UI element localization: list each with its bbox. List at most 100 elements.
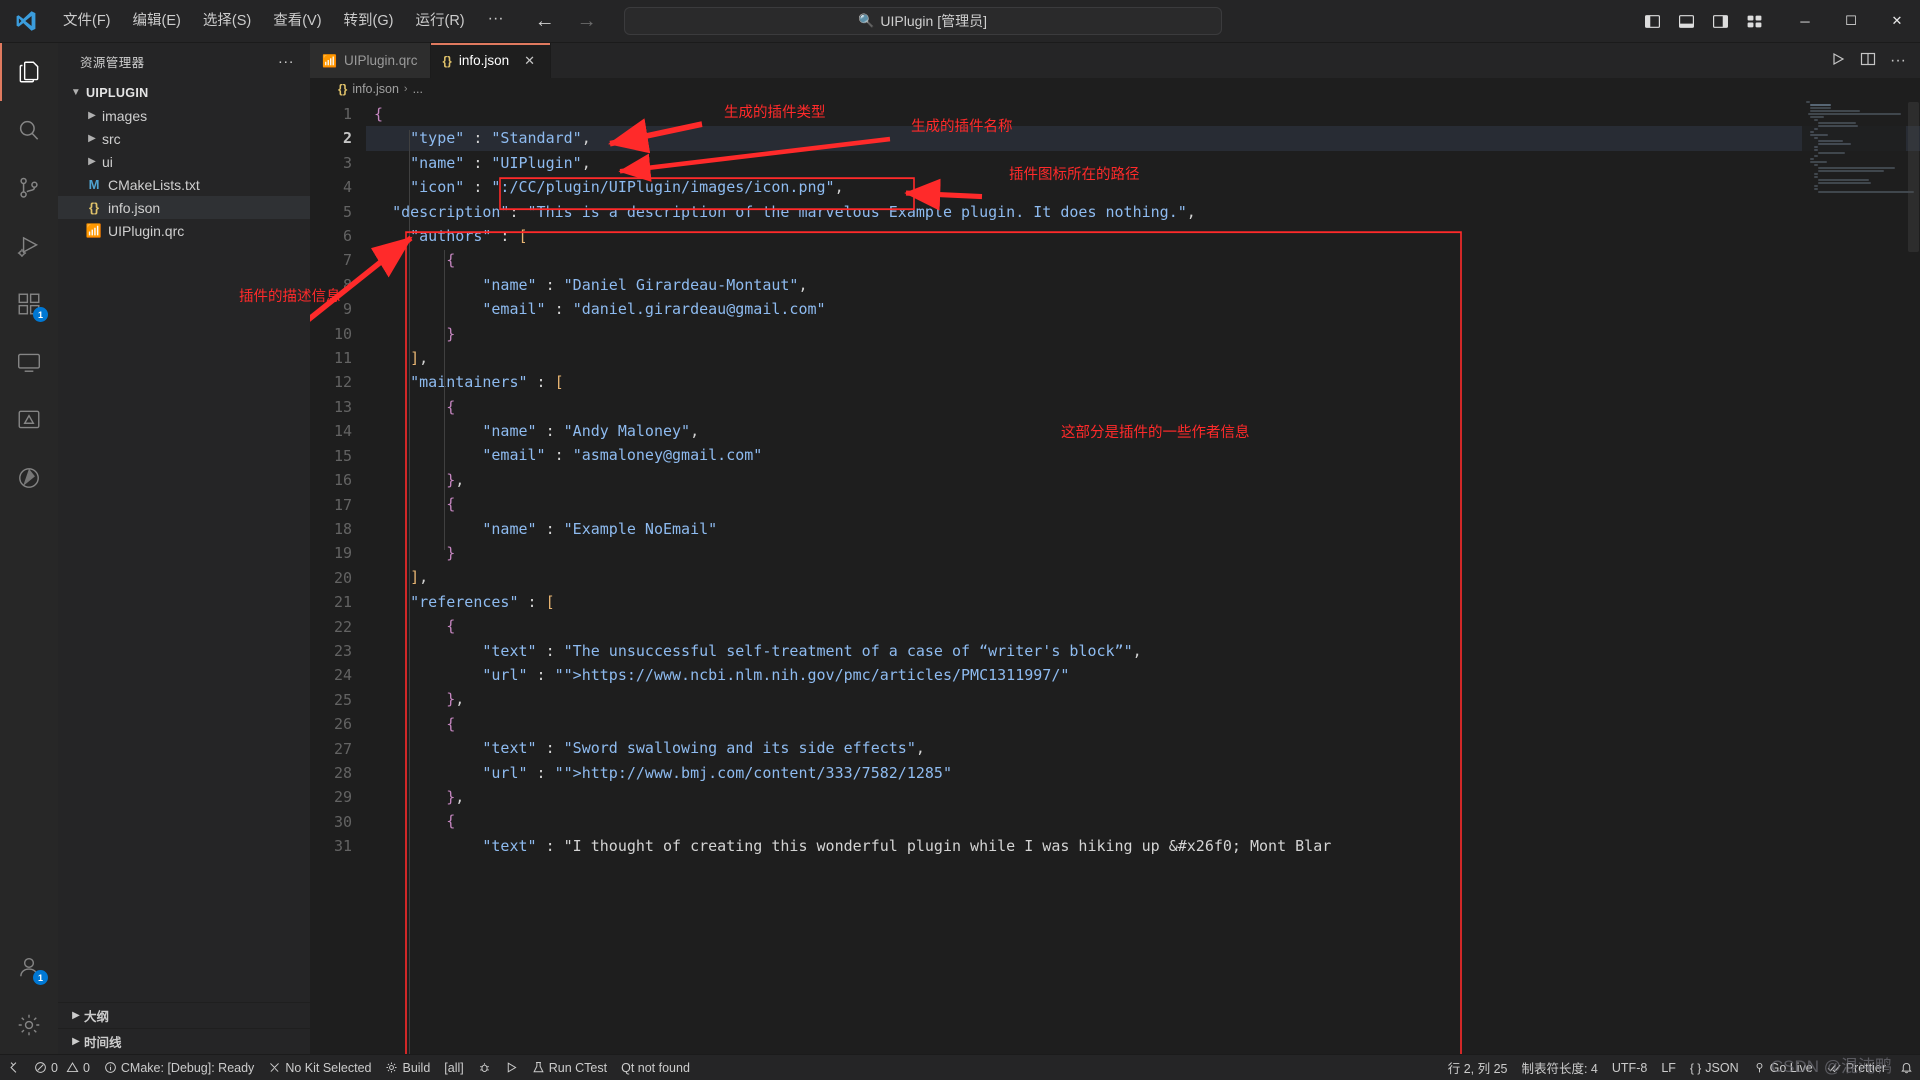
toggle-secondary-sidebar-icon[interactable] (1706, 7, 1734, 35)
menu-goto[interactable]: 转到(G) (333, 0, 405, 43)
code-line[interactable]: "url" : "">http://www.bmj.com/content/33… (366, 761, 1920, 785)
code-line[interactable]: }, (366, 468, 1920, 492)
code-line[interactable]: { (366, 395, 1920, 419)
toggle-panel-icon[interactable] (1672, 7, 1700, 35)
sidebar-more-actions-button[interactable]: ··· (278, 53, 304, 70)
menu-edit[interactable]: 编辑(E) (122, 0, 192, 43)
status-cmake-build[interactable]: Build (378, 1055, 437, 1080)
menu-run[interactable]: 运行(R) (404, 0, 475, 43)
code-line[interactable]: "references" : [ (366, 590, 1920, 614)
code-line[interactable]: "authors" : [ (366, 224, 1920, 248)
tree-item-images[interactable]: ▶ images (58, 104, 310, 127)
title-bar: 文件(F) 编辑(E) 选择(S) 查看(V) 转到(G) 运行(R) ··· … (0, 0, 1920, 43)
code-line[interactable]: "name" : "UIPlugin", (366, 151, 1920, 175)
status-cmake-kit[interactable]: No Kit Selected (261, 1055, 378, 1080)
tree-item-src[interactable]: ▶ src (58, 127, 310, 150)
code-line[interactable]: "type" : "Standard", (366, 126, 1920, 151)
status-problems[interactable]: 0 0 (27, 1055, 97, 1080)
more-actions-icon[interactable]: ··· (1890, 52, 1906, 68)
code-line[interactable]: }, (366, 785, 1920, 809)
activity-accounts[interactable]: 1 (0, 938, 58, 996)
activity-explorer[interactable] (0, 43, 58, 101)
status-notifications[interactable] (1893, 1055, 1920, 1080)
status-remote-indicator[interactable] (0, 1055, 27, 1080)
code-line[interactable]: "text" : "Sword swallowing and its side … (366, 736, 1920, 760)
tree-item-cmakelists[interactable]: M CMakeLists.txt (58, 173, 310, 196)
status-cmake-state[interactable]: CMake: [Debug]: Ready (97, 1055, 261, 1080)
code-line[interactable]: "email" : "asmaloney@gmail.com" (366, 443, 1920, 467)
menu-view[interactable]: 查看(V) (262, 0, 332, 43)
code-line[interactable]: "text" : "I thought of creating this won… (366, 834, 1920, 858)
code-line[interactable]: } (366, 541, 1920, 565)
status-qt[interactable]: Qt not found (614, 1055, 697, 1080)
scrollbar-thumb[interactable] (1908, 102, 1919, 252)
activity-run-debug[interactable] (0, 217, 58, 275)
go-back-icon[interactable]: ← (534, 10, 556, 33)
command-center[interactable]: 🔍 UIPlugin [管理员] (623, 7, 1222, 35)
sidebar-section-timeline[interactable]: ▶ 时间线 (58, 1028, 310, 1054)
code-line[interactable]: "description": "This is a description of… (366, 200, 1920, 224)
code-editor[interactable]: 1 2 3 4 5 6 7 8 9 10 11 12 13 14 15 16 17 18 19 20 21 22 23 24 2… (310, 100, 1920, 1054)
status-cmake-launch[interactable] (498, 1055, 525, 1080)
activity-source-control[interactable] (0, 159, 58, 217)
code-line[interactable]: "email" : "daniel.girardeau@gmail.com" (366, 297, 1920, 321)
tree-item-ui[interactable]: ▶ ui (58, 150, 310, 173)
tree-item-infojson[interactable]: {} info.json (58, 196, 310, 219)
status-encoding[interactable]: UTF-8 (1605, 1055, 1654, 1080)
code-line[interactable]: { (366, 102, 1920, 126)
code-line[interactable]: ], (366, 346, 1920, 370)
breadcrumb-rest[interactable]: ... (413, 82, 423, 96)
activity-settings[interactable] (0, 996, 58, 1054)
tab-uiplugin-qrc[interactable]: 📶 UIPlugin.qrc (310, 43, 431, 78)
activity-cmake[interactable] (0, 449, 58, 507)
code-line[interactable]: { (366, 492, 1920, 516)
menu-file[interactable]: 文件(F) (52, 0, 122, 43)
status-go-live[interactable]: Go Live (1746, 1055, 1820, 1080)
status-run-ctest[interactable]: Run CTest (525, 1055, 614, 1080)
run-icon[interactable] (1830, 51, 1846, 70)
tree-item-uipluginqrc[interactable]: 📶 UIPlugin.qrc (58, 219, 310, 242)
close-icon[interactable]: ✕ (524, 53, 535, 69)
code-line[interactable]: "name" : "Daniel Girardeau-Montaut", (366, 273, 1920, 297)
sidebar-section-outline[interactable]: ▶ 大纲 (58, 1002, 310, 1028)
customize-layout-icon[interactable] (1740, 7, 1768, 35)
code-line[interactable]: { (366, 809, 1920, 833)
status-cmake-target[interactable]: [all] (437, 1055, 470, 1080)
status-language-mode[interactable]: { } JSON (1683, 1055, 1746, 1080)
code-content[interactable]: { "type" : "Standard", "name" : "UIPlugi… (366, 100, 1920, 1054)
close-button[interactable]: ✕ (1874, 0, 1920, 43)
breadcrumb-file[interactable]: info.json (352, 82, 399, 96)
code-line[interactable]: "url" : "">https://www.ncbi.nlm.nih.gov/… (366, 663, 1920, 687)
status-cmake-debug[interactable] (471, 1055, 498, 1080)
code-line[interactable]: "name" : "Example NoEmail" (366, 517, 1920, 541)
status-prettier[interactable]: Prettier (1820, 1055, 1893, 1080)
editor-vertical-scrollbar[interactable] (1906, 100, 1920, 1054)
activity-search[interactable] (0, 101, 58, 159)
code-line[interactable]: { (366, 712, 1920, 736)
split-editor-icon[interactable] (1860, 51, 1876, 70)
status-eol[interactable]: LF (1654, 1055, 1683, 1080)
status-indentation[interactable]: 制表符长度: 4 (1514, 1055, 1604, 1080)
activity-extensions[interactable]: 1 (0, 275, 58, 333)
menu-selection[interactable]: 选择(S) (192, 0, 262, 43)
code-line[interactable]: "icon" : ":/CC/plugin/UIPlugin/images/ic… (366, 175, 1920, 199)
minimize-button[interactable]: ─ (1782, 0, 1828, 43)
menu-more-button[interactable]: ··· (476, 0, 516, 43)
prettier-label: Prettier (1845, 1060, 1886, 1075)
toggle-primary-sidebar-icon[interactable] (1638, 7, 1666, 35)
code-line[interactable]: "name" : "Andy Maloney", (366, 419, 1920, 443)
code-line[interactable]: ], (366, 565, 1920, 589)
status-cursor-position[interactable]: 行 2, 列 25 (1441, 1055, 1515, 1080)
activity-testing[interactable] (0, 391, 58, 449)
maximize-button[interactable]: ☐ (1828, 0, 1874, 43)
go-forward-icon[interactable]: → (576, 10, 598, 33)
code-line[interactable]: "maintainers" : [ (366, 370, 1920, 394)
code-line[interactable]: { (366, 248, 1920, 272)
activity-remote-explorer[interactable] (0, 333, 58, 391)
tab-info-json[interactable]: {} info.json ✕ (430, 43, 551, 78)
code-line[interactable]: { (366, 614, 1920, 638)
code-line[interactable]: } (366, 322, 1920, 346)
code-line[interactable]: "text" : "The unsuccessful self-treatmen… (366, 639, 1920, 663)
code-line[interactable]: }, (366, 687, 1920, 711)
tree-root-uiplugin[interactable]: ▼ UIPLUGIN (58, 81, 310, 104)
